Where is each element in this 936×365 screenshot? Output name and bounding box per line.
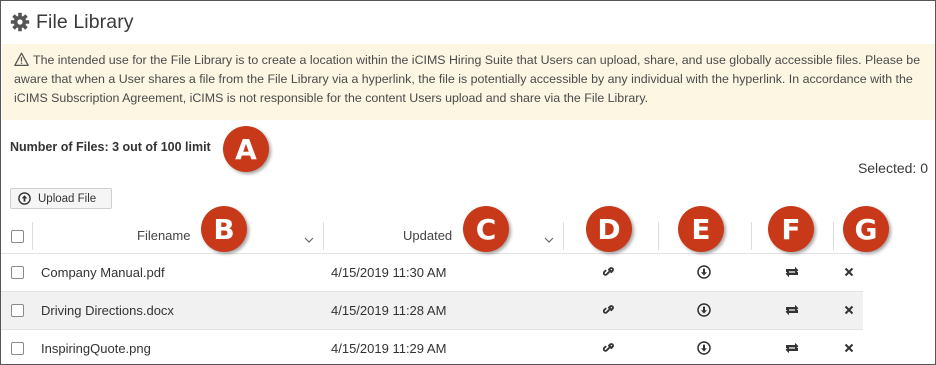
column-divider (658, 222, 659, 250)
table-row[interactable]: Company Manual.pdf 4/15/2019 11:30 AM (1, 253, 863, 291)
file-table: Filename Updated Company Manual.pdf 4/15… (1, 219, 863, 364)
column-header-filename[interactable]: Filename (137, 228, 190, 243)
delete-icon[interactable] (841, 264, 857, 280)
delete-icon[interactable] (841, 302, 857, 318)
column-divider (323, 222, 324, 250)
chevron-down-icon[interactable] (544, 231, 554, 243)
table-header: Filename Updated (1, 219, 863, 253)
column-divider (833, 222, 834, 250)
replace-icon[interactable] (784, 302, 800, 318)
callout-b: B (201, 206, 247, 252)
chevron-down-icon[interactable] (304, 231, 314, 243)
column-divider (32, 222, 33, 250)
replace-icon[interactable] (784, 340, 800, 356)
column-divider (751, 222, 752, 250)
warning-icon (14, 52, 29, 67)
download-icon[interactable] (696, 302, 712, 318)
callout-a: A (223, 126, 269, 172)
table-row[interactable]: InspiringQuote.png 4/15/2019 11:29 AM (1, 329, 863, 364)
selected-count: Selected: 0 (857, 160, 928, 176)
row-checkbox[interactable] (11, 266, 24, 279)
notice-banner: The intended use for the File Library is… (2, 44, 935, 120)
page-title: File Library (36, 10, 134, 33)
column-divider (563, 222, 564, 250)
filename-cell[interactable]: InspiringQuote.png (41, 341, 151, 356)
replace-icon[interactable] (784, 264, 800, 280)
download-icon[interactable] (696, 264, 712, 280)
page-header: File Library (10, 9, 134, 35)
file-library-window: File Library The intended use for the Fi… (0, 0, 936, 365)
filename-cell[interactable]: Company Manual.pdf (41, 265, 165, 280)
gear-icon (10, 12, 30, 32)
notice-text: The intended use for the File Library is… (14, 53, 921, 105)
table-row[interactable]: Driving Directions.docx 4/15/2019 11:28 … (1, 291, 863, 329)
column-header-updated[interactable]: Updated (403, 228, 452, 243)
file-count: Number of Files: 3 out of 100 limit (10, 140, 211, 154)
callout-g: G (843, 206, 889, 252)
link-icon[interactable] (601, 264, 617, 280)
row-checkbox[interactable] (11, 304, 24, 317)
upload-file-label: Upload File (38, 192, 97, 205)
row-checkbox[interactable] (11, 342, 24, 355)
filename-cell[interactable]: Driving Directions.docx (41, 303, 174, 318)
upload-file-button[interactable]: Upload File (10, 188, 112, 209)
link-icon[interactable] (601, 302, 617, 318)
updated-cell: 4/15/2019 11:30 AM (331, 265, 447, 280)
upload-circle-icon (18, 192, 31, 205)
updated-cell: 4/15/2019 11:29 AM (331, 341, 447, 356)
delete-icon[interactable] (841, 340, 857, 356)
download-icon[interactable] (696, 340, 712, 356)
callout-e: E (678, 206, 724, 252)
select-all-checkbox[interactable] (11, 230, 24, 243)
callout-f: F (768, 206, 814, 252)
updated-cell: 4/15/2019 11:28 AM (331, 303, 447, 318)
callout-c: C (463, 206, 509, 252)
callout-d: D (586, 206, 632, 252)
link-icon[interactable] (601, 340, 617, 356)
